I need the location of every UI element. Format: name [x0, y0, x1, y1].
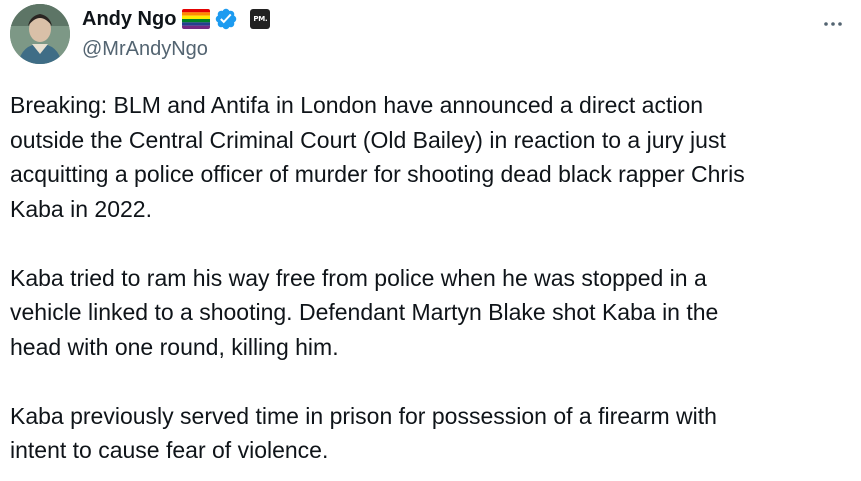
tweet-header: Andy Ngo PM. @MrAndyNgo — [10, 2, 851, 66]
avatar-image — [10, 4, 70, 64]
tweet-text: Breaking: BLM and Antifa in London have … — [10, 88, 860, 468]
tweet: Andy Ngo PM. @MrAndyNgo Breaking: BLM an… — [0, 0, 861, 481]
tweet-paragraph: Kaba tried to ram his way free from poli… — [10, 264, 719, 360]
name-row: Andy Ngo PM. — [82, 6, 271, 32]
author-handle[interactable]: @MrAndyNgo — [82, 36, 270, 62]
tweet-paragraph: Breaking: BLM and Antifa in London have … — [10, 92, 745, 222]
tweet-paragraph: Kaba previously served time in prison fo… — [10, 402, 717, 464]
avatar[interactable] — [10, 4, 70, 64]
affiliate-badge-icon[interactable]: PM. — [250, 9, 271, 29]
verified-badge-icon[interactable] — [214, 7, 238, 31]
rainbow-flag-icon — [182, 9, 211, 29]
more-options-icon[interactable] — [821, 12, 845, 36]
display-name[interactable]: Andy Ngo — [82, 6, 176, 32]
author-block: Andy Ngo PM. @MrAndyNgo — [82, 6, 271, 62]
